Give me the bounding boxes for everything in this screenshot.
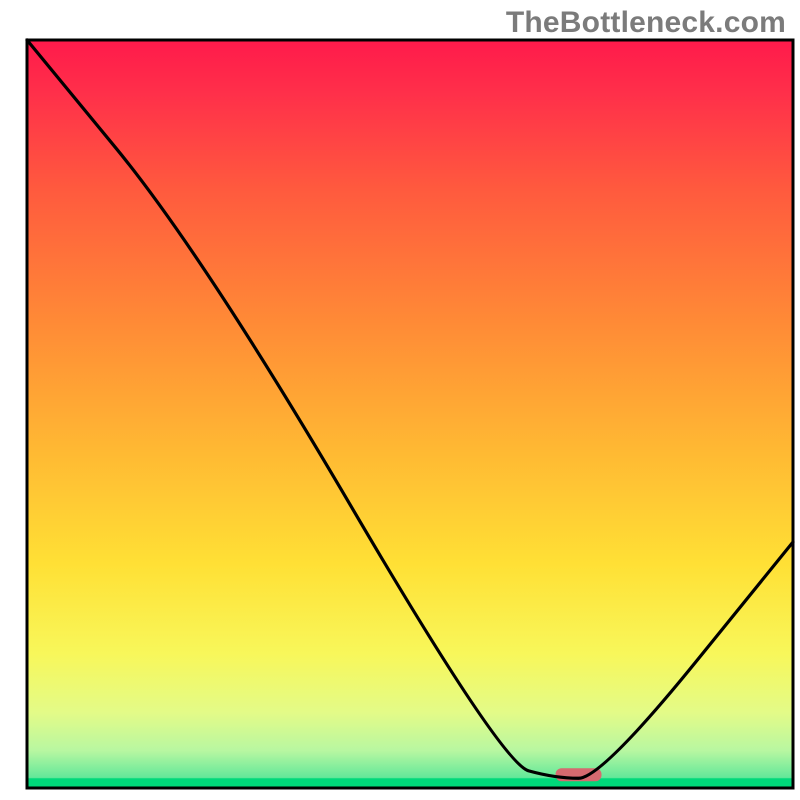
plot-background bbox=[27, 40, 793, 788]
chart-stage: TheBottleneck.com bbox=[0, 0, 800, 800]
watermark-text: TheBottleneck.com bbox=[506, 6, 786, 40]
chart-canvas bbox=[0, 0, 800, 800]
